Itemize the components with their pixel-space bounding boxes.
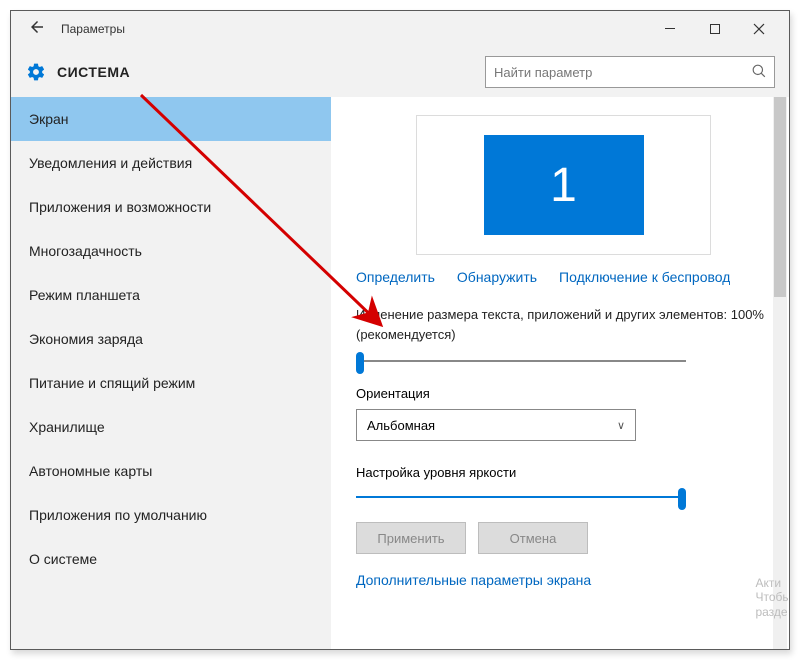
gear-icon — [25, 61, 47, 83]
brightness-label: Настройка уровня яркости — [356, 465, 771, 480]
close-button[interactable] — [737, 14, 781, 44]
sidebar-item-maps[interactable]: Автономные карты — [11, 449, 331, 493]
subheader: СИСТЕМА — [11, 47, 789, 97]
minimize-button[interactable] — [649, 14, 693, 44]
orientation-value: Альбомная — [367, 418, 435, 433]
sidebar-item-storage[interactable]: Хранилище — [11, 405, 331, 449]
sidebar-item-power[interactable]: Питание и спящий режим — [11, 361, 331, 405]
advanced-display-link[interactable]: Дополнительные параметры экрана — [356, 572, 771, 588]
titlebar: Параметры — [11, 11, 789, 47]
scrollbar[interactable] — [773, 97, 787, 649]
brightness-slider[interactable] — [356, 496, 686, 498]
sidebar-item-multitasking[interactable]: Многозадачность — [11, 229, 331, 273]
cancel-button[interactable]: Отмена — [478, 522, 588, 554]
display-arrangement[interactable]: 1 — [416, 115, 711, 255]
search-box[interactable] — [485, 56, 775, 88]
apply-cancel-row: Применить Отмена — [356, 522, 771, 554]
chevron-down-icon: ∨ — [617, 419, 625, 432]
scrollbar-thumb[interactable] — [774, 97, 786, 297]
maximize-icon — [710, 24, 721, 35]
body: Экран Уведомления и действия Приложения … — [11, 97, 789, 649]
monitor-tile-1[interactable]: 1 — [484, 135, 644, 235]
scale-label: Изменение размера текста, приложений и д… — [356, 305, 771, 344]
back-button[interactable] — [19, 18, 55, 41]
orientation-combo[interactable]: Альбомная ∨ — [356, 409, 636, 441]
display-link-row: Определить Обнаружить Подключение к бесп… — [356, 269, 771, 285]
sidebar-item-about[interactable]: О системе — [11, 537, 331, 581]
sidebar-item-apps[interactable]: Приложения и возможности — [11, 185, 331, 229]
search-input[interactable] — [494, 65, 752, 80]
sidebar: Экран Уведомления и действия Приложения … — [11, 97, 331, 649]
settings-window: Параметры СИСТЕМА Экран Уведо — [10, 10, 790, 650]
search-icon — [752, 64, 766, 81]
detect-link[interactable]: Обнаружить — [457, 269, 537, 285]
sidebar-item-notifications[interactable]: Уведомления и действия — [11, 141, 331, 185]
content-pane: 1 Определить Обнаружить Подключение к бе… — [331, 97, 789, 649]
identify-link[interactable]: Определить — [356, 269, 435, 285]
close-icon — [753, 23, 765, 35]
orientation-label: Ориентация — [356, 386, 771, 401]
scale-slider-thumb[interactable] — [356, 352, 364, 374]
sidebar-item-display[interactable]: Экран — [11, 97, 331, 141]
scale-slider[interactable] — [356, 360, 686, 362]
sidebar-item-defaults[interactable]: Приложения по умолчанию — [11, 493, 331, 537]
wireless-link[interactable]: Подключение к беспровод — [559, 269, 730, 285]
sidebar-item-battery[interactable]: Экономия заряда — [11, 317, 331, 361]
window-controls — [649, 14, 781, 44]
sidebar-item-tablet[interactable]: Режим планшета — [11, 273, 331, 317]
brightness-slider-thumb[interactable] — [678, 488, 686, 510]
maximize-button[interactable] — [693, 14, 737, 44]
section-title: СИСТЕМА — [57, 64, 130, 80]
window-title: Параметры — [61, 22, 125, 36]
arrow-left-icon — [28, 18, 46, 36]
minimize-icon — [665, 23, 677, 35]
apply-button[interactable]: Применить — [356, 522, 466, 554]
monitor-number: 1 — [550, 158, 577, 213]
